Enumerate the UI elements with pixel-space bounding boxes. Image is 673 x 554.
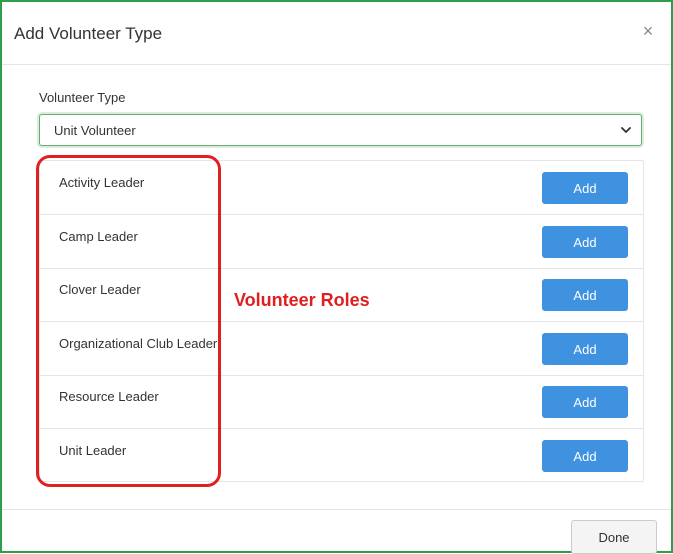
volunteer-type-label: Volunteer Type [39, 90, 126, 105]
role-name: Activity Leader [59, 175, 145, 190]
volunteer-type-select[interactable]: Unit Volunteer [39, 114, 642, 146]
role-name: Organizational Club Leader [59, 336, 218, 351]
dialog-header: Add Volunteer Type × [2, 2, 671, 65]
add-role-button[interactable]: Add [542, 226, 628, 258]
add-role-button[interactable]: Add [542, 333, 628, 365]
dialog-title: Add Volunteer Type [14, 24, 163, 43]
list-item: Resource Leader Add [40, 375, 643, 429]
volunteer-roles-list: Activity Leader Add Camp Leader Add Clov… [39, 160, 644, 482]
list-item: Activity Leader Add [40, 161, 643, 215]
role-name: Unit Leader [59, 443, 127, 458]
add-volunteer-type-dialog: Add Volunteer Type × Volunteer Type Unit… [0, 0, 673, 554]
list-item: Unit Leader Add [40, 429, 643, 483]
add-role-button[interactable]: Add [542, 279, 628, 311]
add-role-button[interactable]: Add [542, 172, 628, 204]
dialog-footer: Done [2, 509, 671, 554]
chevron-down-icon [621, 127, 631, 133]
volunteer-roles-annotation: Volunteer Roles [234, 290, 370, 310]
add-role-button[interactable]: Add [542, 440, 628, 472]
done-button[interactable]: Done [571, 520, 657, 554]
list-item: Organizational Club Leader Add [40, 322, 643, 376]
close-icon[interactable]: × [639, 20, 657, 42]
add-role-button[interactable]: Add [542, 386, 628, 418]
role-name: Camp Leader [59, 229, 138, 244]
volunteer-type-selected-value: Unit Volunteer [54, 123, 136, 138]
list-item: Camp Leader Add [40, 215, 643, 269]
role-name: Resource Leader [59, 389, 159, 404]
role-name: Clover Leader [59, 282, 141, 297]
